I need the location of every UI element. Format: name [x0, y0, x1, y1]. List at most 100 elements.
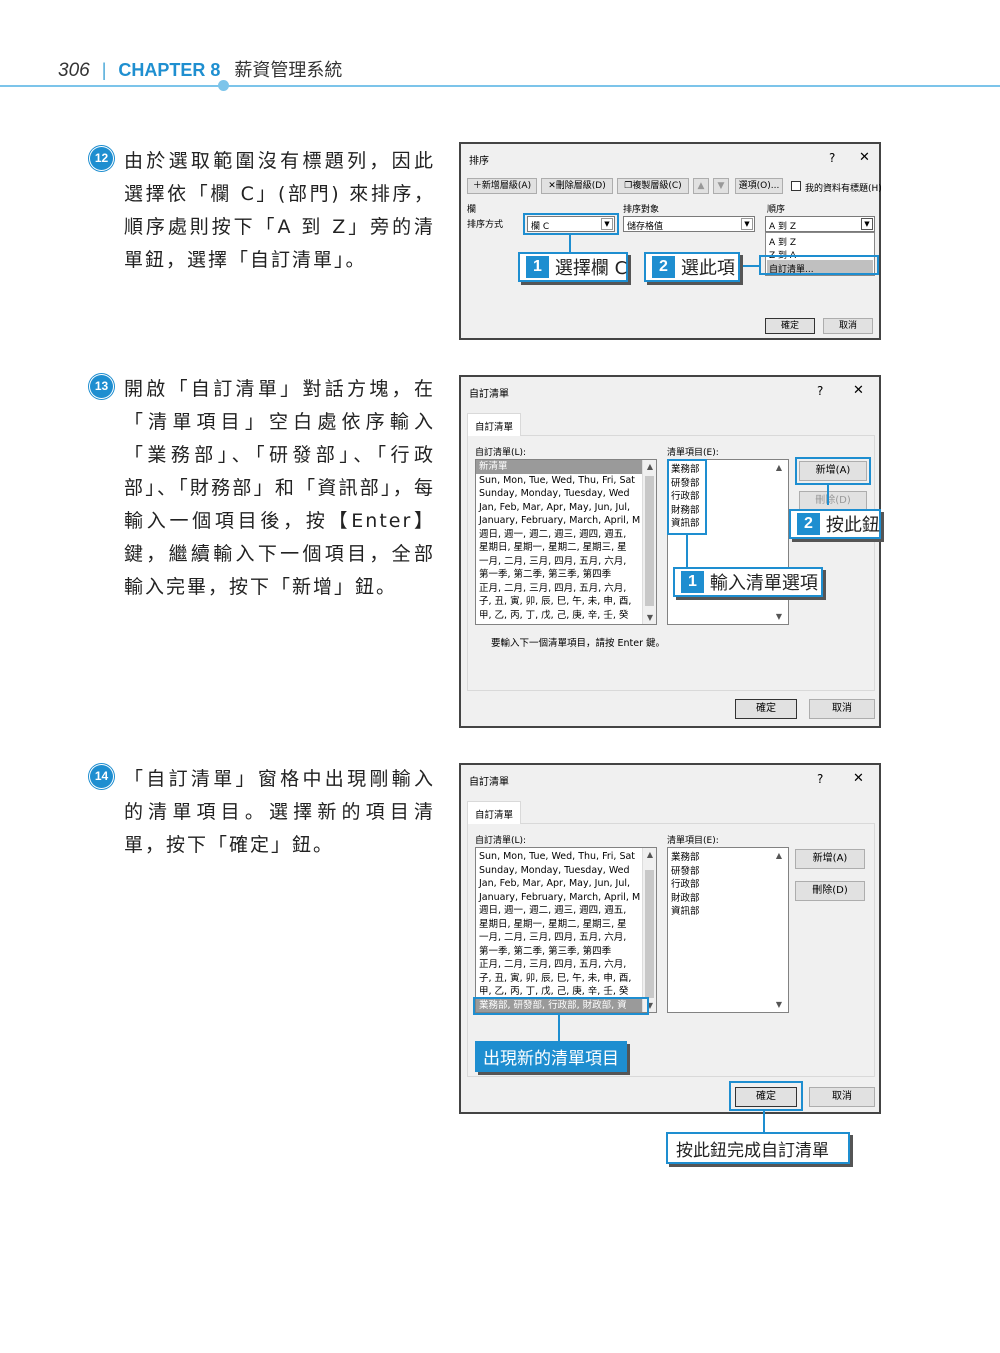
list-item[interactable]: 正月, 二月, 三月, 四月, 五月, 六月,	[476, 958, 644, 972]
dialog-title: 自訂清單	[469, 389, 509, 400]
scrollbar-thumb[interactable]	[645, 476, 654, 606]
entries-label: 清單項目(E):	[667, 836, 719, 846]
list-item[interactable]: 週日, 週一, 週二, 週三, 週四, 週五,	[476, 904, 644, 918]
header-rule-dot	[218, 80, 229, 91]
list-items: Sun, Mon, Tue, Wed, Thu, Fri, Sat Sunday…	[476, 848, 644, 1012]
list-item[interactable]: 一月, 二月, 三月, 四月, 五月, 六月,	[476, 931, 644, 945]
tab-custom-lists[interactable]: 自訂清單	[467, 801, 522, 824]
list-item[interactable]: 一月, 二月, 三月, 四月, 五月, 六月,	[476, 555, 644, 569]
copy-level-button[interactable]: ❐複製層級(C)	[617, 178, 689, 194]
scrollbar[interactable]: ▲ ▼	[642, 848, 656, 1012]
chevron-up-icon[interactable]: ▲	[643, 462, 656, 471]
step-13: 13 開啟「自訂清單」對話方塊，在「清單項目」空白處依序輸入「業務部」、「研發部…	[90, 373, 435, 604]
order-select[interactable]: A 到 Z ▼	[765, 216, 875, 232]
chevron-down-icon[interactable]: ▼	[643, 613, 656, 622]
connector-line	[827, 485, 829, 505]
list-item[interactable]: Sunday, Monday, Tuesday, Wed	[476, 864, 644, 878]
callout-finish: 按此鈕完成自訂清單	[666, 1132, 850, 1164]
close-icon[interactable]: ✕	[859, 150, 870, 165]
enter-hint: 要輸入下一個清單項目，請按 Enter 鍵。	[491, 638, 666, 649]
callout-text: 輸入清單選項	[709, 573, 818, 594]
sort-dialog: 排序 ? ✕ ＋新增層級(A) ✕刪除層級(D) ❐複製層級(C) ▲ ▼ 選項…	[459, 142, 882, 340]
order-option-a-z[interactable]: A 到 Z	[769, 235, 796, 248]
list-item[interactable]: Jan, Feb, Mar, Apr, May, Jun, Jul,	[476, 501, 644, 515]
chevron-down-icon[interactable]: ▼	[772, 1000, 786, 1009]
list-item[interactable]: 星期日, 星期一, 星期二, 星期三, 星	[476, 918, 644, 932]
sort-on-header: 排序對象	[623, 205, 660, 215]
close-icon[interactable]: ✕	[853, 771, 864, 786]
page-number: 306	[58, 60, 90, 81]
list-entries-box[interactable]: 業務部 研發部 行政部 財政部 資訊部 ▲ ▼	[667, 847, 789, 1013]
callout-number: 1	[681, 571, 704, 593]
has-headers-checkbox[interactable]	[791, 181, 801, 191]
cancel-button[interactable]: 取消	[823, 318, 873, 334]
list-item[interactable]: Jan, Feb, Mar, Apr, May, Jun, Jul,	[476, 877, 644, 891]
ok-button[interactable]: 確定	[765, 318, 815, 334]
entry-item: 財政部	[671, 892, 700, 904]
chevron-down-icon[interactable]: ▼	[772, 612, 786, 621]
list-item[interactable]: January, February, March, April, M	[476, 891, 644, 905]
list-item[interactable]: 甲, 乙, 丙, 丁, 戊, 己, 庚, 辛, 壬, 癸	[476, 609, 644, 623]
callout-select-column: 1 選擇欄 C	[518, 252, 628, 282]
close-icon[interactable]: ✕	[853, 383, 864, 398]
move-up-button[interactable]: ▲	[693, 178, 709, 194]
chevron-down-icon: ▼	[741, 218, 753, 230]
has-headers-label: 我的資料有標題(H)	[805, 184, 882, 194]
list-item[interactable]: January, February, March, April, M	[476, 514, 644, 528]
step-12: 12 由於選取範圍沒有標題列，因此選擇依「欄 C」(部門) 來排序，順序處則按下…	[90, 145, 435, 277]
list-item[interactable]: 第一季, 第二季, 第三季, 第四季	[476, 568, 644, 582]
list-item[interactable]: 子, 丑, 寅, 卯, 辰, 巳, 午, 未, 申, 酉,	[476, 972, 644, 986]
entries-highlight	[667, 459, 707, 535]
chapter-title: 薪資管理系統	[234, 60, 343, 81]
list-item[interactable]: 新清單	[476, 460, 644, 474]
ok-button[interactable]: 確定	[735, 699, 797, 719]
dialog-title: 自訂清單	[469, 777, 509, 788]
list-item[interactable]: 正月, 二月, 三月, 四月, 五月, 六月,	[476, 582, 644, 596]
delete-level-button[interactable]: ✕刪除層級(D)	[541, 178, 613, 194]
list-item[interactable]: Sunday, Monday, Tuesday, Wed	[476, 487, 644, 501]
callout-text: 按此鈕完成自訂清單	[676, 1140, 829, 1161]
callout-number: 1	[526, 256, 549, 278]
custom-lists-listbox[interactable]: 新清單 Sun, Mon, Tue, Wed, Thu, Fri, Sat Su…	[475, 459, 657, 625]
connector-line	[741, 265, 759, 267]
tab-custom-lists[interactable]: 自訂清單	[467, 413, 522, 436]
step-number-badge: 12	[90, 147, 113, 170]
plus-icon: ＋	[472, 181, 482, 191]
chevron-up-icon[interactable]: ▲	[643, 850, 656, 859]
move-down-button[interactable]: ▼	[713, 178, 729, 194]
order-select-value: A 到 Z	[769, 222, 797, 232]
cancel-button[interactable]: 取消	[809, 699, 875, 719]
scrollbar[interactable]: ▲ ▼	[642, 460, 656, 624]
entry-item: 業務部	[671, 852, 700, 863]
x-icon: ✕	[548, 181, 556, 191]
add-button[interactable]: 新增(A)	[795, 849, 865, 869]
list-item[interactable]: 子, 丑, 寅, 卯, 辰, 巳, 午, 未, 申, 酉,	[476, 595, 644, 609]
help-icon[interactable]: ?	[817, 772, 823, 786]
copy-level-label: 複製層級(C)	[632, 181, 682, 191]
options-button[interactable]: 選項(O)...	[735, 178, 783, 194]
callout-text: 選此項	[680, 258, 735, 279]
custom-lists-listbox[interactable]: Sun, Mon, Tue, Wed, Thu, Fri, Sat Sunday…	[475, 847, 657, 1013]
list-item[interactable]: 第一季, 第二季, 第三季, 第四季	[476, 945, 644, 959]
order-header: 順序	[767, 205, 786, 215]
delete-button[interactable]: 刪除(D)	[799, 491, 867, 511]
add-level-button[interactable]: ＋新增層級(A)	[467, 178, 537, 194]
cancel-button[interactable]: 取消	[809, 1087, 875, 1107]
entry-item: 行政部	[671, 879, 700, 890]
chapter-label: CHAPTER 8	[118, 60, 221, 80]
list-item[interactable]: 星期日, 星期一, 星期二, 星期三, 星	[476, 541, 644, 555]
chevron-down-icon: ▼	[861, 218, 873, 230]
connector-line	[569, 235, 571, 253]
chevron-up-icon[interactable]: ▲	[772, 851, 786, 860]
callout-new-list: 出現新的清單項目	[475, 1041, 627, 1072]
sort-on-select[interactable]: 儲存格值 ▼	[623, 216, 755, 232]
list-item[interactable]: Sun, Mon, Tue, Wed, Thu, Fri, Sat	[476, 850, 644, 864]
list-item[interactable]: Sun, Mon, Tue, Wed, Thu, Fri, Sat	[476, 474, 644, 488]
scrollbar-thumb[interactable]	[645, 870, 654, 998]
help-icon[interactable]: ?	[829, 151, 835, 165]
help-icon[interactable]: ?	[817, 384, 823, 398]
chevron-up-icon[interactable]: ▲	[772, 463, 786, 472]
delete-button[interactable]: 刪除(D)	[795, 881, 865, 901]
list-item[interactable]: 週日, 週一, 週二, 週三, 週四, 週五,	[476, 528, 644, 542]
entry-item: 研發部	[671, 865, 700, 877]
